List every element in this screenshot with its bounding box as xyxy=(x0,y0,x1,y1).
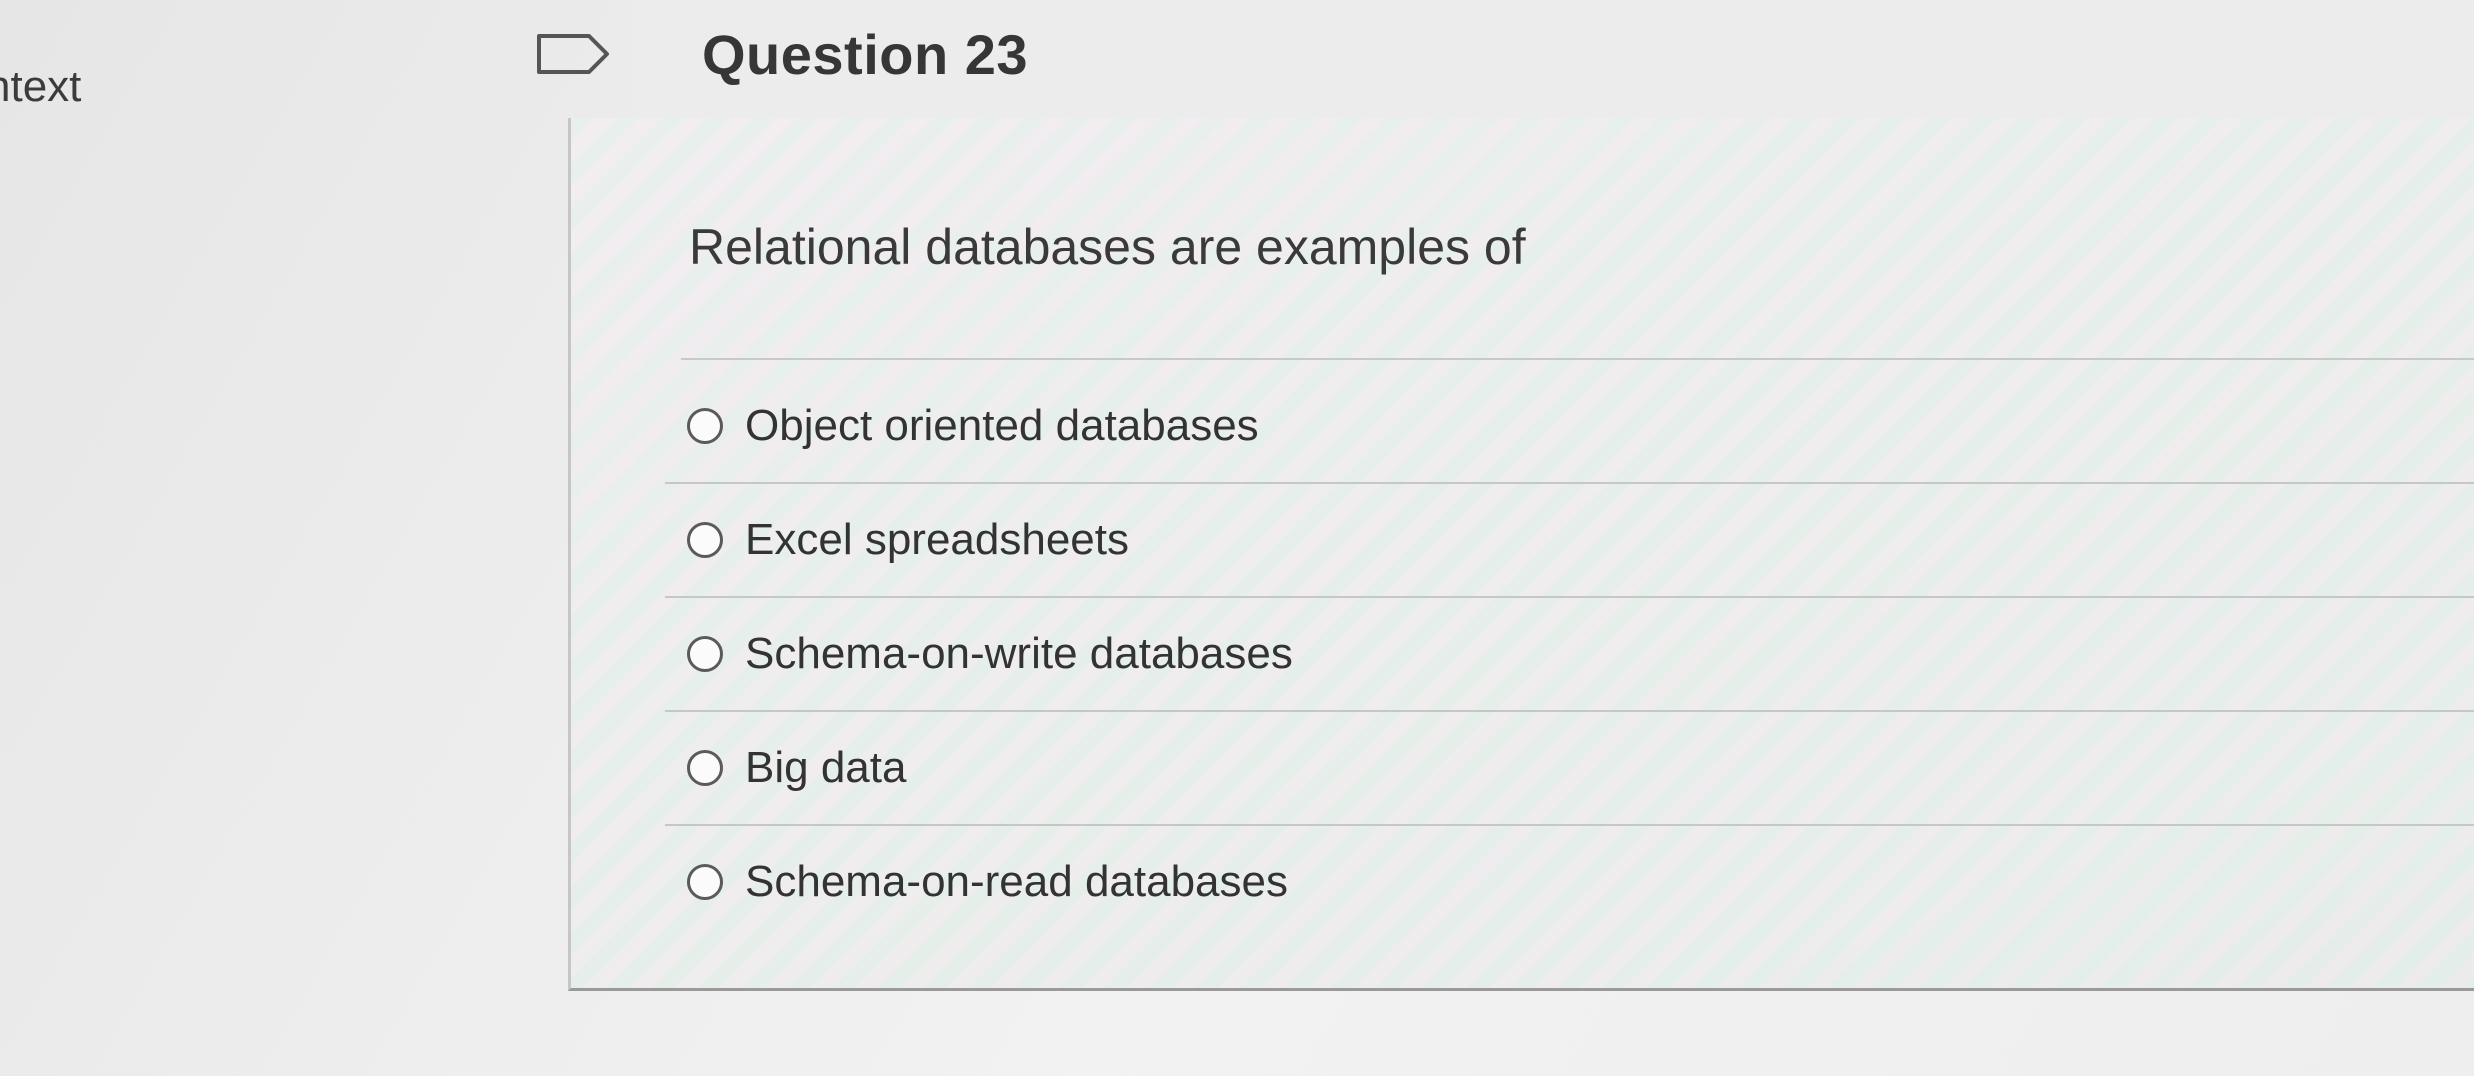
radio-button[interactable] xyxy=(687,522,723,558)
question-title: Question 23 xyxy=(702,23,1029,86)
flag-outline-icon[interactable] xyxy=(533,30,613,78)
answer-label: Big data xyxy=(745,743,907,792)
radio-button[interactable] xyxy=(687,864,723,900)
answer-list: Object oriented databases Excel spreadsh… xyxy=(665,370,2474,938)
question-panel: Relational databases are examples of Obj… xyxy=(568,118,2474,991)
answer-option-object-oriented[interactable]: Object oriented databases xyxy=(665,370,2474,484)
question-divider xyxy=(681,358,2474,360)
answer-label: Object oriented databases xyxy=(745,401,1259,450)
radio-button[interactable] xyxy=(687,750,723,786)
answer-option-big-data[interactable]: Big data xyxy=(665,712,2474,826)
answer-label: Schema-on-write databases xyxy=(745,629,1293,678)
answer-option-excel[interactable]: Excel spreadsheets xyxy=(665,484,2474,598)
context-label: ntext xyxy=(0,62,82,111)
answer-option-schema-on-write[interactable]: Schema-on-write databases xyxy=(665,598,2474,712)
answer-option-schema-on-read[interactable]: Schema-on-read databases xyxy=(665,826,2474,938)
answer-label: Schema-on-read databases xyxy=(745,857,1288,906)
answer-label: Excel spreadsheets xyxy=(745,515,1129,564)
question-header: Question 23 xyxy=(632,0,2474,121)
question-text: Relational databases are examples of xyxy=(689,219,1526,275)
radio-button[interactable] xyxy=(687,636,723,672)
radio-button[interactable] xyxy=(687,408,723,444)
